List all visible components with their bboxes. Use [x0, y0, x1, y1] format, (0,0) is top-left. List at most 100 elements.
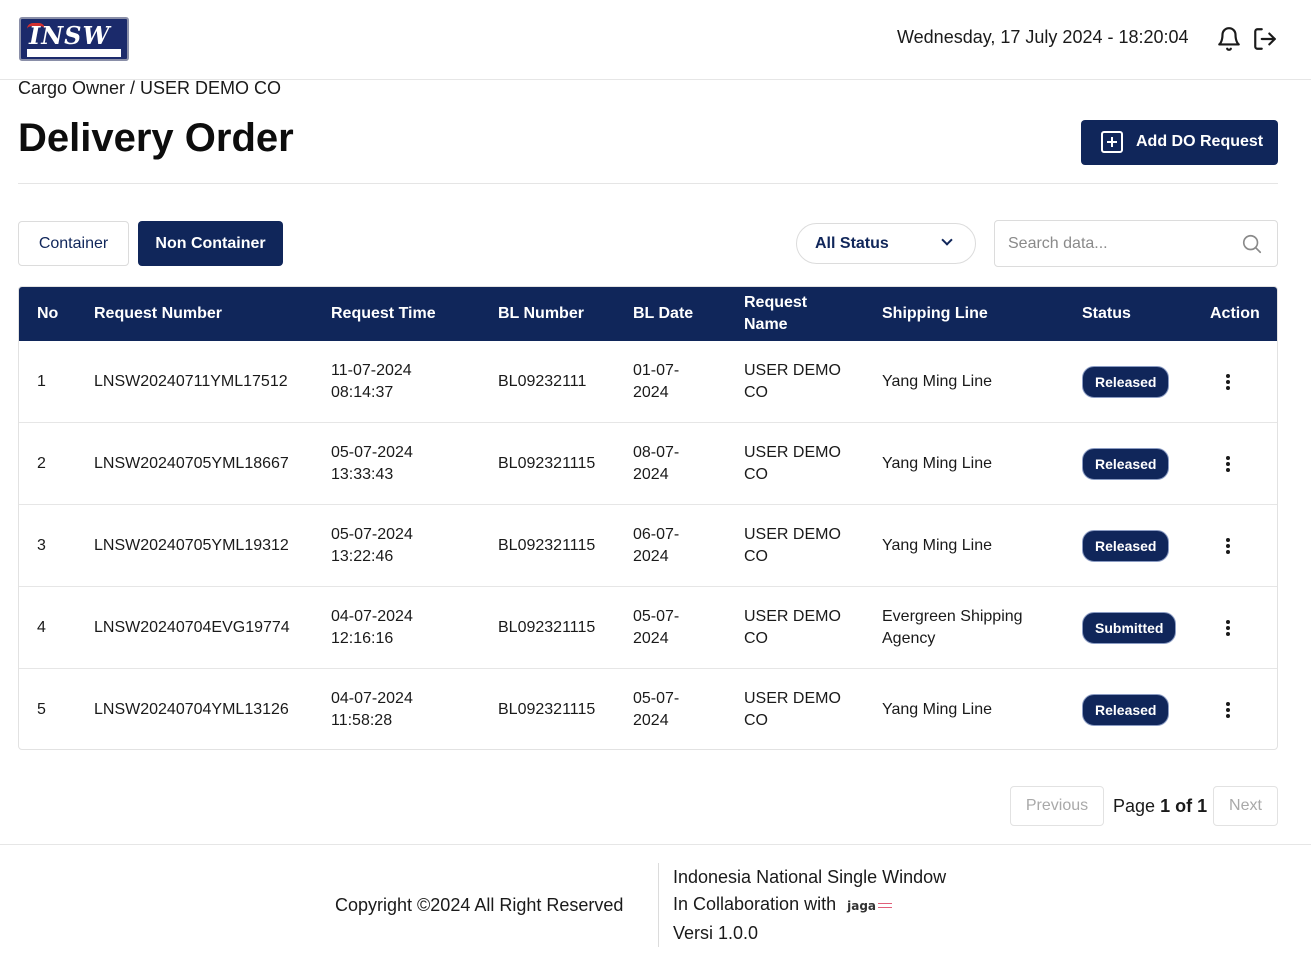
footer-org-name: Indonesia National Single Window	[673, 867, 947, 887]
table-row[interactable]: 2 LNSW20240705YML18667 05-07-2024 13:33:…	[19, 423, 1277, 505]
jaga-logo[interactable]: jaga	[847, 899, 876, 913]
cell-request-time: 04-07-2024 11:58:28	[331, 690, 413, 729]
logo-subtext-strip	[27, 49, 121, 57]
cell-request-name: USER DEMO CO	[744, 362, 841, 401]
cell-bl-date: 08-07-2024	[633, 444, 680, 483]
cell-request-name: USER DEMO CO	[744, 444, 841, 483]
cell-bl-number: BL092321115	[498, 701, 596, 718]
insw-logo[interactable]: INSW	[19, 17, 129, 61]
status-badge: Released	[1082, 366, 1170, 398]
bell-icon[interactable]	[1216, 26, 1242, 52]
more-vertical-icon[interactable]	[1218, 618, 1238, 638]
status-badge: Released	[1082, 448, 1170, 480]
cell-request-number: LNSW20240705YML18667	[94, 455, 289, 472]
cell-request-number: LNSW20240705YML19312	[94, 537, 289, 554]
cell-no: 5	[37, 701, 46, 718]
jaga-logo-mark	[878, 902, 893, 908]
cell-shipping-line: Yang Ming Line	[882, 373, 992, 390]
search-icon[interactable]	[1241, 233, 1263, 255]
cell-bl-number: BL09232111	[498, 373, 587, 390]
copyright-text: Copyright ©2024 All Right Reserved	[335, 895, 624, 915]
col-header-request-time: Request Time	[331, 305, 436, 322]
cell-request-name: USER DEMO CO	[744, 608, 841, 647]
status-badge: Submitted	[1082, 612, 1177, 644]
cell-request-time: 05-07-2024 13:33:43	[331, 444, 413, 483]
cell-bl-date: 05-07-2024	[633, 608, 680, 647]
page-indicator: Page 1 of 1	[1113, 796, 1207, 817]
cell-bl-number: BL092321115	[498, 537, 596, 554]
search-box	[994, 220, 1278, 267]
more-vertical-icon[interactable]	[1218, 454, 1238, 474]
cell-no: 4	[37, 619, 46, 636]
cell-request-time: 04-07-2024 12:16:16	[331, 608, 413, 647]
cell-request-name: USER DEMO CO	[744, 526, 841, 565]
cell-bl-date: 06-07-2024	[633, 526, 680, 565]
status-filter-value: All Status	[815, 235, 889, 252]
cell-no: 3	[37, 537, 46, 554]
col-header-no: No	[37, 305, 59, 322]
footer: Copyright ©2024 All Right Reserved Indon…	[0, 844, 1311, 961]
col-header-bl-date: BL Date	[633, 305, 694, 322]
cell-request-time: 11-07-2024 08:14:37	[331, 362, 412, 401]
cell-request-name: USER DEMO CO	[744, 690, 841, 729]
cell-request-number: LNSW20240711YML17512	[94, 373, 288, 390]
cell-no: 2	[37, 455, 46, 472]
table-row[interactable]: 4 LNSW20240704EVG19774 04-07-2024 12:16:…	[19, 587, 1277, 669]
more-vertical-icon[interactable]	[1218, 372, 1238, 392]
current-datetime: Wednesday, 17 July 2024 - 18:20:04	[897, 27, 1189, 47]
breadcrumb: Cargo Owner / USER DEMO CO	[18, 78, 282, 98]
cell-status: Submitted	[1082, 587, 1202, 669]
table-row[interactable]: 3 LNSW20240705YML19312 05-07-2024 13:22:…	[19, 505, 1277, 587]
collaboration-text: In Collaboration with	[673, 894, 837, 914]
col-header-bl-number: BL Number	[498, 305, 584, 322]
cell-no: 1	[37, 373, 46, 390]
tab-container[interactable]: Container	[18, 221, 129, 266]
footer-version: Versi 1.0.0	[673, 923, 759, 943]
next-page-button[interactable]: Next	[1213, 786, 1278, 826]
page-prefix: Page	[1113, 796, 1156, 816]
footer-divider	[658, 863, 659, 947]
previous-page-button[interactable]: Previous	[1010, 786, 1104, 826]
cell-request-number: LNSW20240704EVG19774	[94, 619, 290, 636]
status-badge: Released	[1082, 530, 1170, 562]
cell-status: Released	[1082, 505, 1202, 587]
table-header: No Request Number Request Time BL Number…	[19, 287, 1277, 341]
col-header-request-number: Request Number	[94, 305, 223, 322]
cell-action	[1218, 587, 1238, 669]
cell-status: Released	[1082, 423, 1202, 505]
more-vertical-icon[interactable]	[1218, 700, 1238, 720]
col-header-request-name: Request Name	[744, 294, 808, 333]
col-header-shipping-line: Shipping Line	[882, 305, 988, 322]
chevron-down-icon	[941, 234, 953, 246]
top-bar: INSW Wednesday, 17 July 2024 - 18:20:04	[0, 0, 1311, 80]
status-filter-dropdown[interactable]: All Status	[796, 223, 976, 264]
table-row[interactable]: 1 LNSW20240711YML17512 11-07-2024 08:14:…	[19, 341, 1277, 423]
cell-bl-number: BL092321115	[498, 619, 596, 636]
col-header-action: Action	[1210, 305, 1260, 322]
cell-action	[1218, 423, 1238, 505]
page-current: 1 of 1	[1160, 796, 1208, 816]
status-badge: Released	[1082, 694, 1170, 726]
logo-text: INSW	[29, 21, 111, 50]
table-row[interactable]: 5 LNSW20240704YML13126 04-07-2024 11:58:…	[19, 669, 1277, 749]
logout-icon[interactable]	[1251, 26, 1279, 52]
col-header-status: Status	[1082, 305, 1131, 322]
cell-shipping-line: Yang Ming Line	[882, 455, 992, 472]
title-divider	[18, 183, 1278, 184]
add-do-request-label: Add DO Request	[1136, 133, 1264, 150]
cell-action	[1218, 669, 1238, 749]
cell-bl-date: 05-07-2024	[633, 690, 680, 729]
cell-shipping-line: Evergreen Shipping Agency	[882, 608, 1023, 647]
cell-request-time: 05-07-2024 13:22:46	[331, 526, 413, 565]
plus-square-icon	[1101, 131, 1123, 153]
tab-non-container[interactable]: Non Container	[138, 221, 283, 266]
search-input[interactable]	[1008, 233, 1228, 255]
cell-bl-date: 01-07-2024	[633, 362, 680, 401]
footer-collaboration: In Collaboration with jaga	[673, 894, 893, 915]
cell-shipping-line: Yang Ming Line	[882, 537, 992, 554]
cell-bl-number: BL092321115	[498, 455, 596, 472]
cell-request-number: LNSW20240704YML13126	[94, 701, 289, 718]
add-do-request-button[interactable]: Add DO Request	[1081, 120, 1278, 165]
more-vertical-icon[interactable]	[1218, 536, 1238, 556]
cell-action	[1218, 341, 1238, 423]
